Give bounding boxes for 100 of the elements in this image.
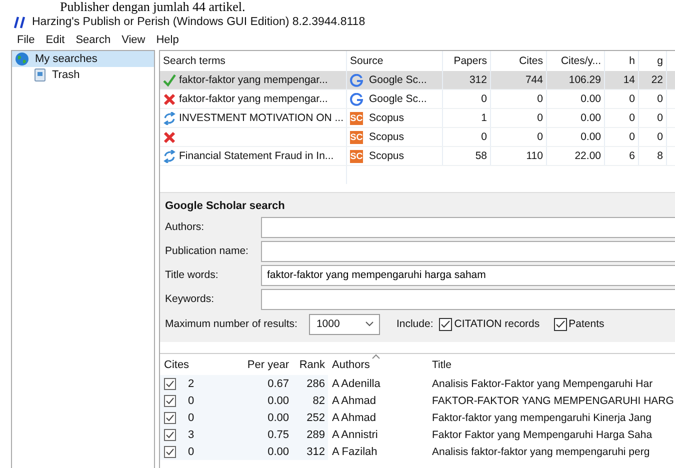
table-cell: 252 bbox=[292, 409, 328, 426]
results-dropdown[interactable]: 1000 bbox=[309, 314, 380, 334]
table-cell-text: A Ahmad bbox=[331, 410, 378, 426]
trash-icon bbox=[34, 68, 46, 82]
table-cell: 312 bbox=[443, 71, 491, 89]
table-cell: 0.00 bbox=[235, 409, 292, 426]
table-cell: 0.00 bbox=[547, 128, 605, 146]
chevron-down-icon bbox=[365, 321, 374, 327]
globe-icon bbox=[15, 52, 29, 66]
table-cell: 58 bbox=[443, 147, 491, 165]
column-header[interactable]: Cites bbox=[160, 354, 235, 375]
menu-item[interactable]: Edit bbox=[46, 34, 65, 46]
input-field[interactable] bbox=[261, 240, 675, 262]
table-cell: 0 bbox=[605, 128, 639, 146]
google-icon bbox=[350, 74, 363, 86]
tree-item[interactable]: My searches bbox=[12, 51, 154, 67]
table-cell: 0 bbox=[188, 412, 194, 424]
column-header[interactable]: Authors bbox=[328, 354, 427, 375]
checkbox-icon bbox=[439, 318, 452, 330]
checkbox[interactable]: Patents bbox=[554, 318, 604, 330]
section-title: Google Scholar search bbox=[165, 200, 285, 212]
table-cell: Google Sc... bbox=[369, 93, 427, 105]
checkbox-icon[interactable] bbox=[164, 378, 176, 390]
table-cell-text: A Ahmad bbox=[331, 394, 378, 408]
menu-item[interactable]: File bbox=[17, 34, 35, 46]
input-field[interactable] bbox=[261, 216, 675, 238]
table-cell: 0.75 bbox=[235, 426, 292, 443]
table-cell: 0 bbox=[188, 446, 194, 458]
table-cell: 8 bbox=[639, 147, 667, 165]
table-cell: 0.00 bbox=[235, 443, 292, 460]
table-cell: faktor-faktor yang mempengar... bbox=[179, 93, 328, 105]
table-cell: 22 bbox=[639, 71, 667, 89]
table-cell: Scopus bbox=[369, 112, 404, 124]
table-cell-text: Faktor Faktor yang Mempengaruhi Harga Saha bbox=[431, 428, 654, 442]
table-cell-text: A Annistri bbox=[331, 428, 379, 442]
table-cell: INVESTMENT MOTIVATION ON ... bbox=[179, 112, 344, 124]
table-cell: Scopus bbox=[369, 131, 404, 143]
google-icon bbox=[350, 92, 363, 106]
table-cell-text: A Fazilah bbox=[331, 444, 378, 460]
table-cell: 3 bbox=[188, 428, 194, 440]
field-label: Include: bbox=[396, 318, 434, 330]
source-badge: SC bbox=[350, 130, 363, 144]
menu-item[interactable]: Search bbox=[76, 34, 111, 46]
table-cell: 0.00 bbox=[235, 392, 292, 409]
table-cell: 0.00 bbox=[547, 109, 605, 127]
table-row[interactable]: faktor-faktor yang mempengar... Google Sc... 0 0 0.00 0 0 bbox=[160, 90, 675, 109]
table-cell: 0 bbox=[605, 90, 639, 108]
table-cell: 289 bbox=[292, 426, 328, 443]
table-cell: 110 bbox=[491, 147, 547, 165]
sort-caret-icon bbox=[372, 354, 380, 359]
table-cell: 22.00 bbox=[547, 147, 605, 165]
table-cell: faktor-faktor yang mempengar... bbox=[179, 74, 328, 86]
column-header[interactable]: Title bbox=[427, 354, 675, 375]
menu-item[interactable]: Help bbox=[156, 34, 179, 46]
table-row[interactable]: faktor-faktor yang mempengar... Google Sc... 312 744 106.29 14 22 bbox=[160, 71, 675, 90]
field-label: Title words: bbox=[165, 269, 220, 281]
table-cell-text: Analisis Faktor-Faktor yang Mempengaruhi Har bbox=[431, 376, 654, 392]
field-label: Maximum number of results: bbox=[165, 318, 298, 330]
table-cell: 1 bbox=[443, 109, 491, 127]
input-field[interactable] bbox=[261, 288, 675, 310]
table-row[interactable]: SC Scopus 0 0 0.00 0 0 bbox=[160, 128, 675, 147]
tree-item[interactable]: Trash bbox=[12, 67, 80, 83]
table-cell: 312 bbox=[292, 443, 328, 460]
table-cell: 106.29 bbox=[547, 71, 605, 89]
table-row[interactable]: Financial Statement Fraud in In... SC Scopus 58 110 22.00 6 8 bbox=[160, 147, 675, 166]
table-cell: Google Sc... bbox=[369, 74, 427, 86]
table-cell: 744 bbox=[491, 71, 547, 89]
table-cell: 0 bbox=[491, 109, 547, 127]
checkbox-icon[interactable] bbox=[164, 428, 176, 440]
table-cell: 0.67 bbox=[235, 375, 292, 392]
table-cell: 0 bbox=[639, 128, 667, 146]
menu-item[interactable]: View bbox=[122, 34, 146, 46]
logo-icon bbox=[14, 16, 26, 28]
table-cell: 82 bbox=[292, 392, 328, 409]
input-field[interactable]: faktor-faktor yang mempengaruhi harga saham bbox=[261, 264, 675, 286]
field-label: Authors: bbox=[165, 221, 206, 233]
field-label: Keywords: bbox=[165, 293, 216, 305]
caption-text: Publisher dengan jumlah 44 artikel. bbox=[59, 0, 246, 13]
table-cell: 0 bbox=[188, 394, 194, 406]
table-cell: 0 bbox=[639, 109, 667, 127]
table-cell: 0 bbox=[491, 90, 547, 108]
table-cell: 0 bbox=[639, 90, 667, 108]
window-title: Harzing's Publish or Perish (Windows GUI Edition) 8.2.3944.8118 bbox=[32, 16, 366, 28]
column-header[interactable]: Per year bbox=[235, 354, 292, 375]
source-badge: SC bbox=[350, 150, 363, 162]
table-cell: 0 bbox=[605, 109, 639, 127]
table-row[interactable]: INVESTMENT MOTIVATION ON ... SC Scopus 1 0 0.00 0 0 bbox=[160, 109, 675, 128]
source-badge: SC bbox=[350, 112, 363, 124]
table-cell: 14 bbox=[605, 71, 639, 89]
checkbox-icon[interactable] bbox=[164, 394, 176, 406]
table-cell: 0.00 bbox=[547, 90, 605, 108]
table-cell-text: Faktor-faktor yang mempengaruhi Kinerja Jang bbox=[431, 410, 652, 426]
table-cell: Scopus bbox=[369, 150, 404, 162]
checkbox-icon[interactable] bbox=[164, 412, 176, 424]
column-header[interactable]: Rank bbox=[292, 354, 328, 375]
checkbox[interactable]: CITATION records bbox=[439, 318, 540, 330]
table-cell: 6 bbox=[605, 147, 639, 165]
table-cell-text: A Adenilla bbox=[331, 376, 382, 392]
checkbox-icon[interactable] bbox=[164, 446, 176, 458]
table-cell: Financial Statement Fraud in In... bbox=[179, 150, 334, 162]
